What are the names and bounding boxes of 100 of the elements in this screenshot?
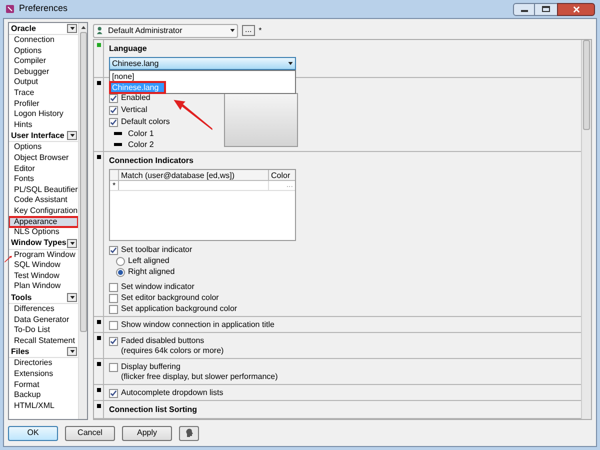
sidebar-item[interactable]: PL/SQL Beautifier	[9, 184, 78, 196]
group-header: User Interface	[11, 130, 64, 142]
dropdown-option[interactable]: [none]	[110, 71, 295, 82]
checkbox-label: Faded disabled buttons	[121, 335, 204, 347]
sidebar-item[interactable]: Appearance	[9, 216, 78, 228]
caret-icon	[70, 27, 74, 30]
color-swatch[interactable]	[114, 132, 122, 135]
section-title: Language	[109, 44, 147, 53]
group-header: Window Types	[11, 237, 66, 250]
group-header: Tools	[11, 292, 32, 304]
color-label: Color 2	[128, 138, 154, 150]
indicator-grid[interactable]: Match (user@database [ed,ws]) Color * ...	[109, 169, 296, 241]
sidebar-item[interactable]: Trace	[9, 88, 78, 99]
caret-icon	[70, 134, 74, 138]
checkbox[interactable]	[109, 294, 118, 302]
checkbox[interactable]	[109, 282, 118, 292]
sidebar-item[interactable]: Code Assistant	[9, 195, 78, 206]
up-arrow-icon[interactable]	[80, 26, 86, 29]
sidebar-item[interactable]: NLS Options	[9, 227, 78, 238]
sidebar-item[interactable]: HTML/XML	[9, 400, 78, 412]
sidebar-item[interactable]: Directories	[9, 358, 78, 370]
checkbox-label: Set window indicator	[121, 281, 194, 293]
sidebar-item[interactable]: Test Window	[9, 270, 78, 282]
sidebar-item[interactable]: Extensions	[9, 369, 78, 380]
checkbox-label: Display buffering	[121, 361, 180, 373]
sidebar-item[interactable]: Profiler	[9, 98, 78, 110]
checkbox[interactable]	[109, 320, 118, 330]
dialog-button[interactable]: Cancel	[65, 426, 115, 440]
sidebar-item[interactable]: To-Do List	[9, 325, 78, 336]
caret-icon	[70, 350, 74, 354]
scrollbar[interactable]	[581, 40, 591, 419]
checkbox-label: Vertical	[121, 104, 148, 116]
sidebar-item[interactable]: Connection	[9, 35, 78, 46]
sidebar-item[interactable]: Debugger	[9, 66, 78, 78]
column-header: Color	[270, 170, 292, 180]
section-title: Connection list Sorting	[109, 405, 197, 414]
sidebar-item[interactable]: Editor	[9, 164, 78, 174]
more-button[interactable]: ...	[242, 25, 255, 36]
checkbox[interactable]	[109, 118, 118, 126]
checkbox[interactable]	[109, 336, 118, 346]
close-icon[interactable]	[557, 2, 595, 16]
checkbox[interactable]	[109, 362, 118, 372]
section-title: Connection Indicators	[109, 156, 194, 165]
group-header: Files	[11, 346, 30, 358]
sidebar-item[interactable]: Backup	[9, 390, 78, 401]
sidebar-item[interactable]: Plan Window	[9, 281, 78, 292]
sidebar-item[interactable]: Fonts	[9, 174, 78, 185]
checkbox[interactable]	[109, 106, 118, 114]
modified-mark: *	[258, 24, 262, 36]
group-header: Oracle	[11, 23, 36, 34]
collapse-button[interactable]	[67, 293, 77, 302]
color-label: Color 1	[128, 128, 154, 140]
checkbox-label: Set toolbar indicator	[121, 244, 192, 256]
sidebar-item[interactable]: Object Browser	[9, 152, 78, 164]
scrollbar[interactable]	[78, 23, 87, 419]
sidebar-item[interactable]: Recall Statement	[9, 336, 78, 346]
maximize-icon[interactable]	[535, 2, 557, 16]
option-note: (flicker free display, but slower performance)	[120, 372, 279, 382]
collapse-button[interactable]	[67, 238, 77, 248]
checkbox-label: Set application background color	[121, 303, 238, 315]
head-icon	[184, 428, 194, 438]
option-note: (requires 64k colors or more)	[120, 346, 225, 356]
color-swatch[interactable]	[114, 143, 122, 146]
checkbox-label: Enabled	[121, 92, 150, 104]
checkbox-label: Default colors	[121, 116, 170, 128]
radio-label: Right aligned	[128, 266, 175, 278]
collapse-button[interactable]	[67, 24, 77, 33]
profile-dropdown[interactable]: Default Administrator	[93, 24, 238, 38]
dialog-button[interactable]: OK	[8, 426, 58, 440]
minimize-icon[interactable]	[513, 2, 535, 16]
caret-icon	[288, 62, 293, 65]
checkbox[interactable]	[109, 304, 118, 314]
sidebar-item[interactable]: Differences	[9, 304, 78, 315]
checkbox[interactable]	[109, 246, 118, 254]
sidebar-item[interactable]: Logon History	[9, 109, 78, 120]
collapse-button[interactable]	[67, 347, 77, 356]
sidebar-item[interactable]: Hints	[9, 120, 78, 130]
column-header: Match (user@database [ed,ws])	[119, 170, 269, 180]
sidebar-item[interactable]: Data Generator	[9, 314, 78, 326]
radio-label: Left aligned	[128, 255, 170, 267]
sidebar-item[interactable]: Program Window	[9, 250, 78, 260]
language-dropdown[interactable]: Chinese.lang	[109, 57, 296, 70]
window-title: Preferences	[19, 2, 68, 16]
help-button[interactable]	[179, 426, 199, 440]
user-icon	[96, 26, 105, 35]
sidebar-item[interactable]: SQL Window	[9, 260, 78, 271]
sidebar-item[interactable]: Options	[9, 142, 78, 153]
sidebar-item[interactable]: Compiler	[9, 56, 78, 67]
sidebar-item[interactable]: Format	[9, 380, 78, 390]
sidebar-item[interactable]: Output	[9, 77, 78, 88]
radio-button[interactable]	[116, 268, 125, 276]
radio-button[interactable]	[116, 256, 125, 266]
sidebar-item[interactable]: Key Configuration	[9, 206, 78, 216]
checkbox[interactable]	[109, 388, 118, 398]
collapse-button[interactable]	[67, 131, 77, 140]
sidebar-item[interactable]: Options	[9, 46, 78, 56]
checkbox-label: Set editor background color	[121, 292, 219, 304]
new-row-mark: *	[110, 181, 119, 190]
checkbox-label: Show window connection in application title	[121, 319, 274, 331]
dialog-button[interactable]: Apply	[122, 426, 172, 440]
